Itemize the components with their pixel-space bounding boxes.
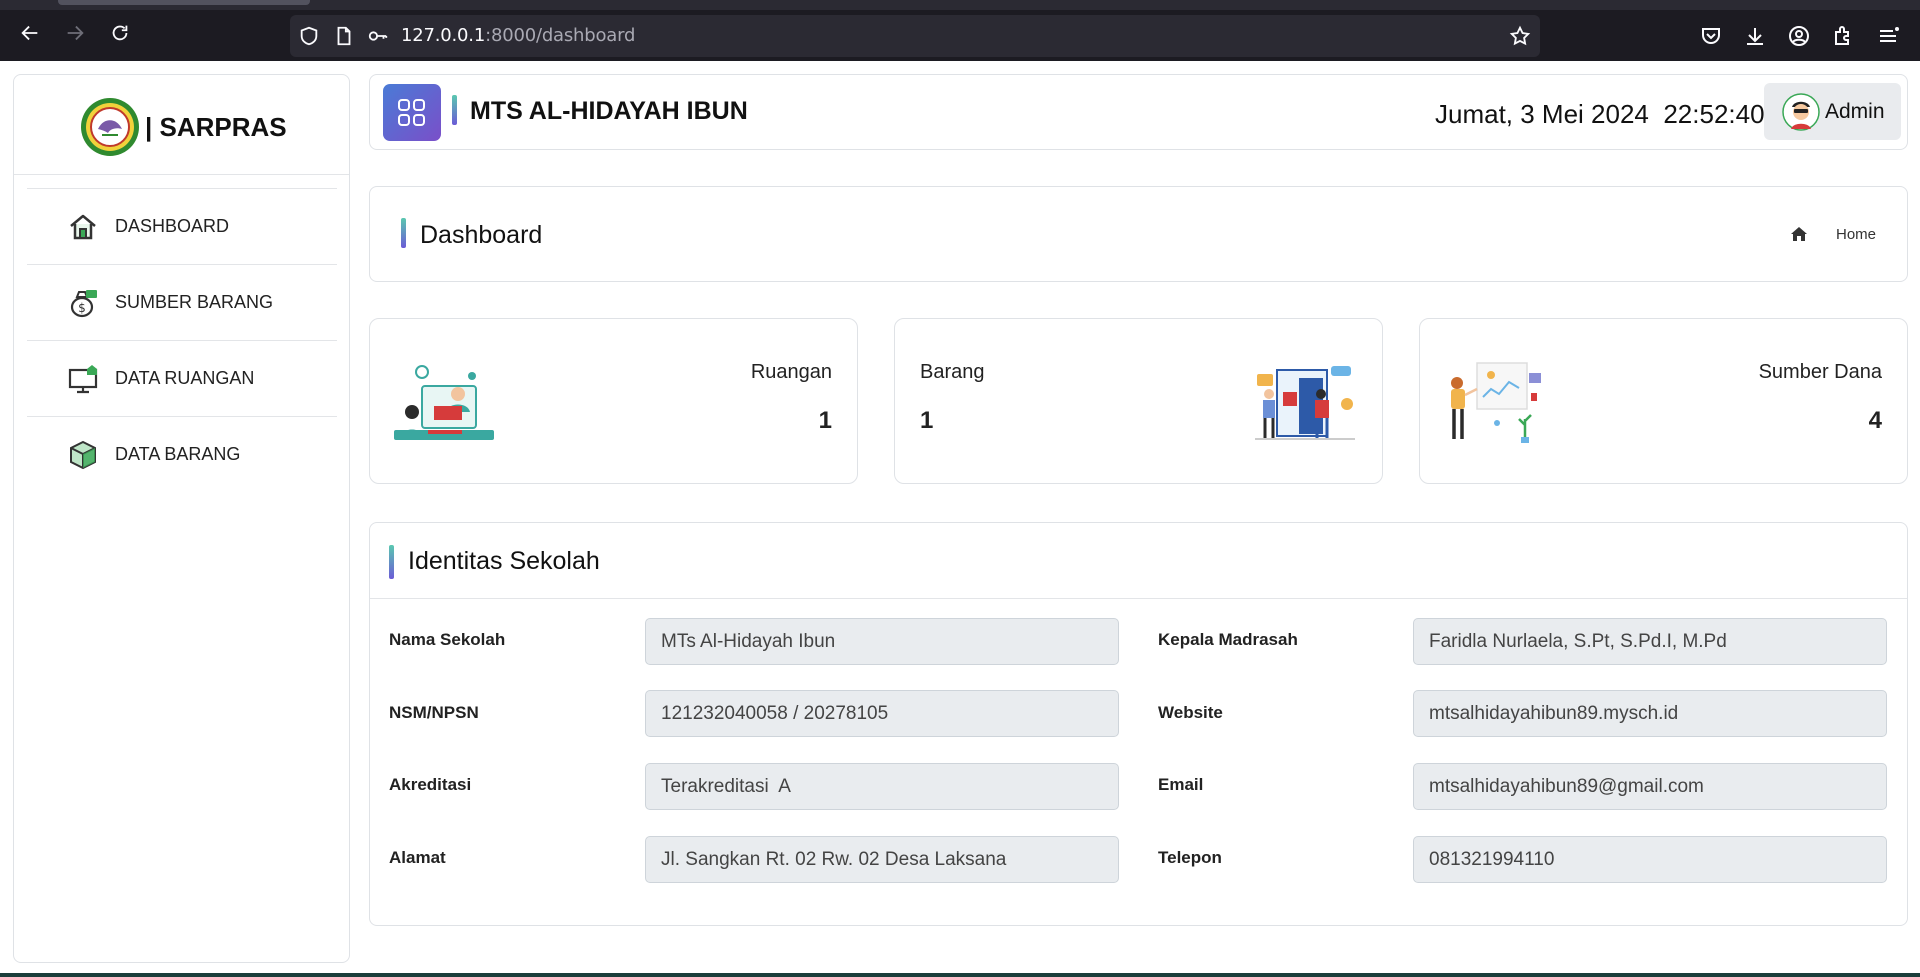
sidebar-item-data-ruangan[interactable]: DATA RUANGAN xyxy=(27,340,337,416)
field-label: NSM/NPSN xyxy=(389,703,479,722)
svg-text:$: $ xyxy=(78,301,86,315)
top-header: MTS AL-HIDAYAH IBUN Jumat, 3 Mei 2024 22… xyxy=(369,74,1908,150)
field-label: Telepon xyxy=(1158,848,1222,867)
page-icon[interactable] xyxy=(333,25,355,47)
box-icon xyxy=(70,440,96,470)
grid-icon xyxy=(398,99,425,126)
brand[interactable]: | SARPRAS xyxy=(14,75,349,175)
page-title: Dashboard xyxy=(420,221,543,249)
accent-bar xyxy=(452,95,457,125)
card-header: Identitas Sekolah xyxy=(370,523,1907,599)
sidebar-item-label: DATA BARANG xyxy=(115,444,241,464)
stat-label: Sumber Dana xyxy=(1758,361,1882,383)
stat-value: 1 xyxy=(818,407,832,434)
field-label: Alamat xyxy=(389,848,446,867)
accent-bar xyxy=(389,545,394,579)
download-icon[interactable] xyxy=(1743,24,1767,48)
stat-label: Barang xyxy=(920,361,985,383)
bookmark-star-icon[interactable] xyxy=(1509,25,1531,47)
url-path: :8000/dashboard xyxy=(485,25,636,46)
card-title: Identitas Sekolah xyxy=(408,547,600,575)
brand-title: | SARPRAS xyxy=(145,112,287,142)
shield-icon[interactable] xyxy=(298,25,320,47)
breadcrumb-home[interactable]: Home xyxy=(1836,226,1876,243)
sidebar-item-data-barang[interactable]: DATA BARANG xyxy=(27,416,337,492)
url-text[interactable]: 127.0.0.1:8000/dashboard xyxy=(401,25,635,46)
accent-bar xyxy=(401,218,406,248)
field-label: Kepala Madrasah xyxy=(1158,630,1298,649)
browser-toolbar: 127.0.0.1:8000/dashboard xyxy=(0,0,1920,61)
money-bag-icon: $ xyxy=(70,290,97,318)
stat-value: 1 xyxy=(920,407,934,434)
classroom-illustration xyxy=(394,365,494,440)
stat-card-barang[interactable]: Barang 1 xyxy=(894,318,1383,484)
forward-icon[interactable] xyxy=(61,22,89,50)
field-label: Nama Sekolah xyxy=(389,630,506,649)
presentation-illustration xyxy=(1451,362,1541,443)
home-icon[interactable] xyxy=(1790,225,1808,243)
reload-icon[interactable] xyxy=(106,22,134,50)
active-tab[interactable] xyxy=(58,0,310,5)
sidebar: | SARPRAS DASHBOARD $ SUMBER BARANG DATA… xyxy=(13,74,350,963)
pocket-icon[interactable] xyxy=(1699,24,1723,48)
address-field[interactable]: Jl. Sangkan Rt. 02 Rw. 02 Desa Laksana xyxy=(645,836,1119,883)
sidebar-item-dashboard[interactable]: DASHBOARD xyxy=(27,188,337,264)
menu-icon[interactable] xyxy=(1876,24,1900,48)
back-icon[interactable] xyxy=(16,22,44,50)
extensions-icon[interactable] xyxy=(1831,24,1855,48)
user-name: Admin xyxy=(1825,100,1885,123)
email-field[interactable]: mtsalhidayahibun89@gmail.com xyxy=(1413,763,1887,810)
stat-card-ruangan[interactable]: Ruangan 1 xyxy=(369,318,858,484)
accreditation-field[interactable]: Terakreditasi A xyxy=(645,763,1119,810)
shopping-illustration xyxy=(1255,366,1355,440)
apps-button[interactable] xyxy=(383,84,441,141)
school-logo xyxy=(81,98,139,156)
website-field[interactable]: mtsalhidayahibun89.mysch.id xyxy=(1413,690,1887,737)
page-header: Dashboard Home xyxy=(369,186,1908,282)
phone-field[interactable]: 081321994110 xyxy=(1413,836,1887,883)
user-menu-button[interactable]: Admin xyxy=(1764,83,1901,140)
school-name: MTS AL-HIDAYAH IBUN xyxy=(470,97,748,125)
account-icon[interactable] xyxy=(1787,24,1811,48)
url-host: 127.0.0.1 xyxy=(401,25,486,46)
stat-card-sumber-dana[interactable]: Sumber Dana 4 xyxy=(1419,318,1908,484)
home-icon xyxy=(70,214,96,240)
stat-label: Ruangan xyxy=(750,361,832,383)
stat-value: 4 xyxy=(1868,407,1882,434)
nsm-npsn-field[interactable]: 121232040058 / 20278105 xyxy=(645,690,1119,737)
monitor-home-icon xyxy=(68,365,98,394)
headmaster-field[interactable]: Faridla Nurlaela, S.Pt, S.Pd.I, M.Pd xyxy=(1413,618,1887,665)
sidebar-item-label: DATA RUANGAN xyxy=(115,368,255,388)
field-label: Website xyxy=(1158,703,1223,722)
school-identity-card: Identitas Sekolah Nama Sekolah MTs Al-Hi… xyxy=(369,522,1908,926)
field-label: Email xyxy=(1158,775,1204,794)
avatar xyxy=(1782,93,1820,131)
datetime-clock: Jumat, 3 Mei 2024 22:52:40 xyxy=(1435,99,1765,129)
sidebar-item-sumber-barang[interactable]: $ SUMBER BARANG xyxy=(27,264,337,340)
sidebar-item-label: DASHBOARD xyxy=(115,216,230,236)
sidebar-item-label: SUMBER BARANG xyxy=(115,292,274,312)
key-icon[interactable] xyxy=(367,25,389,47)
bottom-strip xyxy=(0,973,1920,977)
field-label: Akreditasi xyxy=(389,775,472,794)
school-name-field[interactable]: MTs Al-Hidayah Ibun xyxy=(645,618,1119,665)
